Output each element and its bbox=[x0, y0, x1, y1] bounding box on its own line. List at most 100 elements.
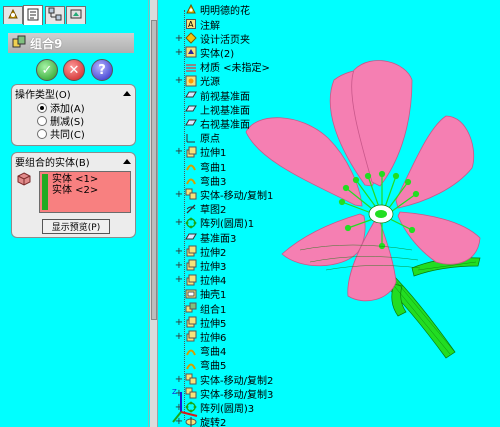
tree-item-label: 实体-移动/复制1 bbox=[200, 190, 274, 202]
flex-icon bbox=[185, 160, 197, 172]
show-preview-button[interactable]: 显示预览(P) bbox=[42, 219, 110, 234]
expand-icon[interactable]: + bbox=[174, 47, 184, 58]
radio-button-icon[interactable] bbox=[37, 115, 47, 126]
tree-item[interactable]: + 光源 bbox=[174, 74, 220, 88]
solid-bodies-icon bbox=[185, 46, 197, 58]
tree-item-label: 拉伸4 bbox=[200, 276, 227, 288]
dimxpert-tab[interactable] bbox=[66, 6, 86, 24]
plane-icon bbox=[185, 103, 197, 115]
bodies-to-combine-group: 要组合的实体(B) 实体 <1> 实体 <2> 显示预览(P) bbox=[11, 152, 136, 238]
tree-item-label: 组合1 bbox=[200, 304, 227, 316]
expand-icon[interactable]: + bbox=[174, 331, 184, 342]
tree-item-label: 旋转2 bbox=[200, 418, 227, 427]
tree-item[interactable]: 弯曲1 bbox=[174, 159, 227, 174]
help-button[interactable]: ? bbox=[91, 59, 113, 81]
tree-item[interactable]: + 实体-移动/复制2 bbox=[174, 372, 273, 387]
tree-root-part[interactable]: 明明德的花 bbox=[174, 2, 250, 17]
selection-indicator bbox=[42, 174, 48, 210]
flower-center bbox=[368, 204, 394, 224]
tree-item[interactable]: + 实体-移动/复制1 bbox=[174, 187, 274, 202]
tree-item-label: 阵列(圆周)3 bbox=[200, 403, 255, 415]
tree-item[interactable]: + 拉伸6 bbox=[174, 329, 227, 344]
tree-item[interactable]: + 设计活页夹 bbox=[174, 31, 250, 46]
extrude-icon bbox=[185, 245, 197, 257]
tree-item-label: 弯曲1 bbox=[200, 162, 227, 174]
ok-button[interactable]: ✓ bbox=[36, 59, 58, 81]
circular-pattern-icon bbox=[185, 217, 197, 229]
tree-item-label: 光源 bbox=[200, 77, 220, 89]
collapse-caret-icon[interactable] bbox=[123, 158, 131, 164]
bodies-to-combine-title: 要组合的实体(B) bbox=[15, 157, 90, 169]
tree-item-label: 前视基准面 bbox=[200, 91, 250, 103]
expand-icon[interactable]: + bbox=[174, 189, 184, 200]
svg-text:Z: Z bbox=[172, 388, 177, 396]
tree-item-label: 注解 bbox=[200, 20, 220, 32]
featuremanager-tab[interactable] bbox=[3, 6, 23, 24]
expand-icon[interactable]: + bbox=[174, 246, 184, 257]
bodies-to-combine-header[interactable]: 要组合的实体(B) bbox=[12, 153, 135, 169]
tree-item-label: 明明德的花 bbox=[200, 5, 250, 17]
collapse-caret-icon[interactable] bbox=[123, 90, 131, 96]
tree-item[interactable]: 弯曲4 bbox=[174, 344, 226, 358]
tree-item[interactable]: 组合1 bbox=[174, 301, 227, 316]
tree-item-label: 原点 bbox=[200, 134, 220, 146]
radio-button-icon[interactable] bbox=[37, 102, 47, 113]
bodies-selection-list[interactable]: 实体 <1> 实体 <2> bbox=[39, 171, 131, 213]
tree-item-label: 上视基准面 bbox=[200, 105, 250, 117]
tree-item[interactable]: + 拉伸4 bbox=[174, 273, 226, 287]
expand-icon[interactable]: + bbox=[174, 374, 184, 385]
propertymanager-tab[interactable] bbox=[23, 5, 43, 25]
extrude-icon bbox=[185, 274, 197, 286]
tree-item-label: 拉伸3 bbox=[200, 261, 227, 273]
tree-item[interactable]: 材质 <未指定> bbox=[174, 60, 270, 74]
combine-feature-icon bbox=[12, 35, 26, 52]
tree-item[interactable]: + 拉伸3 bbox=[174, 258, 227, 273]
tree-item[interactable]: + 实体(2) bbox=[174, 45, 234, 60]
sketch-icon bbox=[185, 203, 197, 215]
tree-item-label: 拉伸6 bbox=[200, 332, 227, 344]
flex-icon bbox=[185, 345, 197, 357]
tree-item-label: 拉伸2 bbox=[200, 247, 227, 259]
tree-item[interactable]: 前视基准面 bbox=[174, 88, 250, 103]
expand-icon[interactable]: + bbox=[174, 317, 184, 328]
list-item[interactable]: 实体 <2> bbox=[52, 185, 130, 196]
graphics-viewport[interactable]: 明明德的花 A 注解 + 设计活页夹 + 实体(2) 材质 <未指定> + 光源 前视基准面 上视基准… bbox=[150, 0, 500, 427]
expand-icon[interactable]: + bbox=[174, 217, 184, 228]
cancel-button[interactable]: ✕ bbox=[63, 59, 85, 81]
tree-item[interactable]: 抽壳1 bbox=[174, 287, 226, 301]
property-manager-panel: 组合9 ✓ ✕ ? 操作类型(O) 添加(A) 删减(S) 共同(C) 要组合的… bbox=[0, 0, 149, 427]
lights-icon bbox=[185, 75, 197, 87]
tree-item[interactable]: 上视基准面 bbox=[174, 102, 250, 117]
tree-item[interactable]: A 注解 bbox=[174, 17, 220, 32]
operation-type-header[interactable]: 操作类型(O) bbox=[12, 85, 135, 101]
configurationmanager-tab[interactable] bbox=[45, 6, 65, 24]
operation-type-group: 操作类型(O) 添加(A) 删减(S) 共同(C) bbox=[11, 84, 136, 146]
dimxpert-tab-icon bbox=[69, 7, 83, 24]
tree-item[interactable]: 原点 bbox=[174, 131, 220, 145]
combine-icon bbox=[185, 302, 197, 314]
expand-icon[interactable]: + bbox=[174, 146, 184, 157]
radio-button-icon[interactable] bbox=[37, 128, 47, 139]
tree-item[interactable]: 弯曲3 bbox=[174, 173, 226, 188]
part-icon bbox=[185, 3, 197, 15]
tree-item-label: 拉伸5 bbox=[200, 318, 227, 330]
expand-icon[interactable]: + bbox=[174, 274, 184, 285]
petal-lower-left bbox=[281, 213, 366, 267]
tree-item[interactable]: 草图2 bbox=[174, 202, 226, 216]
list-item[interactable]: 实体 <1> bbox=[52, 174, 130, 185]
tree-item-label: 抽壳1 bbox=[200, 290, 227, 302]
radio-common[interactable]: 共同(C) bbox=[37, 127, 135, 141]
tree-item[interactable]: + 拉伸1 bbox=[174, 145, 226, 159]
tree-item[interactable]: 基准面3 bbox=[174, 230, 236, 245]
help-icon: ? bbox=[98, 62, 106, 78]
tree-item[interactable]: 弯曲5 bbox=[174, 358, 226, 372]
propertymanager-tab-icon bbox=[26, 7, 40, 24]
expand-icon[interactable]: + bbox=[174, 260, 184, 271]
expand-icon[interactable]: + bbox=[174, 75, 184, 86]
tree-item[interactable]: + 拉伸2 bbox=[174, 244, 227, 259]
expand-icon[interactable]: + bbox=[174, 33, 184, 44]
tree-item-label: 拉伸1 bbox=[200, 148, 227, 160]
tree-item[interactable]: 右视基准面 bbox=[174, 116, 250, 131]
tree-item[interactable]: + 阵列(圆周)1 bbox=[174, 216, 254, 230]
tree-item[interactable]: + 拉伸5 bbox=[174, 315, 227, 330]
